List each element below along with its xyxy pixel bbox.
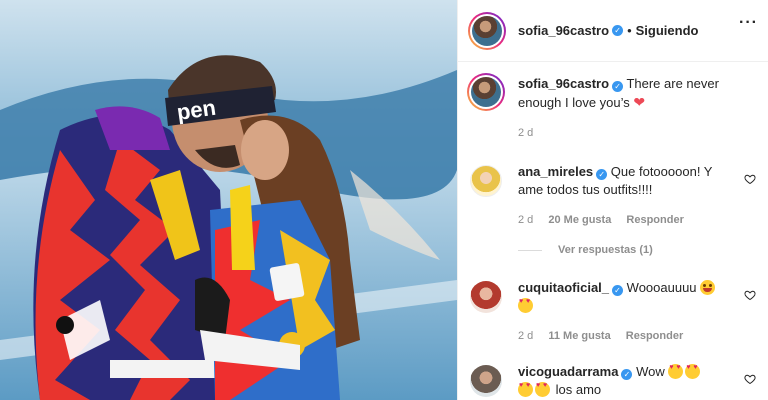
comment-likes[interactable]: 11 Me gusta (548, 330, 610, 342)
comment-text: Woooauuuu (626, 280, 697, 295)
verified-badge-icon: ✓ (612, 25, 624, 36)
comment-likes[interactable]: 20 Me gusta (548, 214, 611, 226)
post-header: sofia_96castro ✓ • Siguiendo ··· (458, 0, 768, 62)
comment-text-block: ana_mireles ✓ Que fotooooon! Y ame todos … (518, 163, 756, 229)
couple-photo-illustration: pen (0, 0, 457, 400)
comment-text-continued: los amo (555, 382, 602, 397)
caption-item: sofia_96castro ✓ There are never enough I… (467, 73, 756, 142)
author-avatar[interactable] (468, 11, 506, 50)
commenter-username[interactable]: vicoguadarrama (518, 364, 618, 379)
view-replies-button[interactable]: Ver respuestas (1) (518, 244, 653, 256)
red-heart-emoji-icon: ❤ (633, 94, 646, 110)
comment-time[interactable]: 2 d (518, 330, 533, 342)
comment-item: cuquitaoficial_✓ Woooauuuu 2 d 11 Me gus… (470, 279, 756, 345)
commenter-avatar[interactable] (470, 365, 502, 397)
comment-item: ana_mireles ✓ Que fotooooon! Y ame todos … (470, 163, 756, 229)
replies-divider (518, 249, 542, 251)
comments-list: sofia_96castro ✓ There are never enough I… (458, 63, 768, 400)
heart-outline-icon[interactable] (744, 173, 756, 185)
heart-eyes-emoji-icon (668, 364, 684, 379)
comment-item: vicoguadarrama✓ Wow los amo (470, 363, 756, 399)
separator-dot: • (627, 23, 632, 38)
heart-outline-icon[interactable] (744, 373, 756, 385)
heart-eyes-emoji-icon (535, 382, 550, 397)
comment-text-block: cuquitaoficial_✓ Woooauuuu 2 d 11 Me gus… (518, 279, 756, 345)
view-replies-label[interactable]: Ver respuestas (1) (558, 244, 653, 256)
comment-text: Wow (636, 364, 665, 379)
caption-author-avatar[interactable] (467, 73, 505, 111)
commenter-avatar[interactable] (470, 165, 502, 197)
heart-outline-icon[interactable] (744, 289, 756, 301)
caption-author-username[interactable]: sofia_96castro (518, 76, 609, 91)
post-detail-panel: sofia_96castro ✓ • Siguiendo ··· sofia_9… (457, 0, 768, 400)
comment-text-block: vicoguadarrama✓ Wow los amo (518, 363, 756, 399)
reply-button[interactable]: Responder (626, 214, 683, 226)
heart-eyes-emoji-icon (518, 382, 533, 397)
grinning-emoji-icon (700, 280, 716, 295)
heart-eyes-emoji-icon (518, 298, 533, 313)
verified-badge-icon: ✓ (612, 81, 624, 92)
comment-meta: 2 d 11 Me gusta Responder (518, 327, 728, 345)
commenter-username[interactable]: ana_mireles (518, 164, 593, 179)
verified-badge-icon: ✓ (596, 169, 608, 180)
caption-text-block: sofia_96castro ✓ There are never enough I… (518, 75, 756, 142)
verified-badge-icon: ✓ (612, 285, 624, 296)
heart-eyes-emoji-icon (685, 364, 701, 379)
commenter-username[interactable]: cuquitaoficial_ (518, 280, 609, 295)
caption-time[interactable]: 2 d (518, 127, 533, 139)
post-photo[interactable]: pen (0, 0, 457, 400)
comment-time[interactable]: 2 d (518, 214, 533, 226)
more-options-icon[interactable]: ··· (739, 14, 758, 32)
follow-status-button[interactable]: Siguiendo (636, 23, 699, 38)
commenter-avatar[interactable] (470, 281, 502, 313)
comment-meta: 2 d 20 Me gusta Responder (518, 211, 728, 229)
verified-badge-icon: ✓ (621, 369, 633, 380)
caption-meta: 2 d (518, 124, 728, 142)
author-username[interactable]: sofia_96castro (518, 23, 609, 38)
reply-button[interactable]: Responder (626, 330, 683, 342)
